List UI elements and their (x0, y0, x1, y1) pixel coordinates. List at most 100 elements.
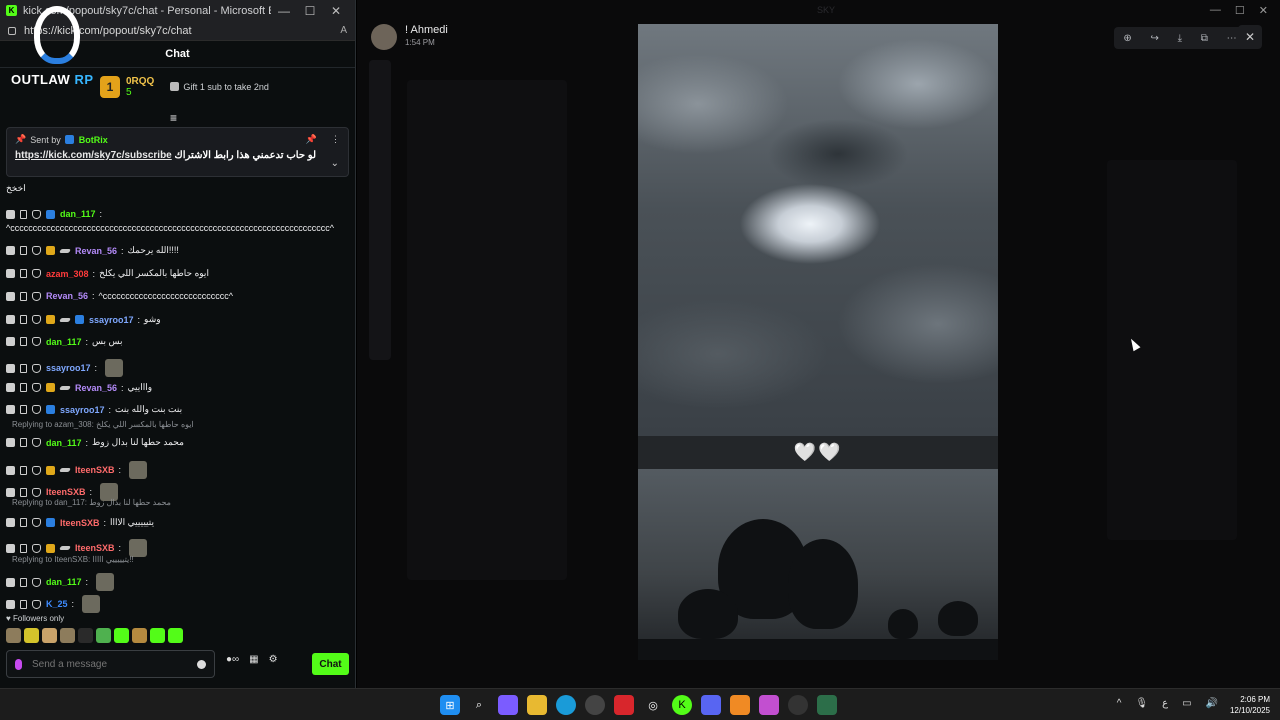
language-indicator[interactable]: ع (1162, 698, 1168, 709)
chat-username[interactable]: dan_117 (46, 577, 82, 587)
chat-username[interactable]: Revan_56 (46, 291, 88, 301)
chat-text: وشو (144, 314, 161, 324)
channel-points-icon[interactable]: ●∞ (226, 654, 239, 665)
chat-username[interactable]: dan_117 (46, 337, 82, 347)
maximize-button[interactable]: ☐ (297, 4, 323, 18)
forward-icon[interactable]: ↪ (1150, 33, 1158, 44)
expand-pinned-icon[interactable]: ⌄ (331, 158, 339, 169)
chat-username[interactable]: ssayroo17 (60, 405, 105, 415)
obs-icon[interactable]: ◎ (643, 695, 663, 715)
quick-emote[interactable] (132, 628, 147, 643)
crown-badge-icon (46, 315, 55, 324)
quick-emote[interactable] (78, 628, 93, 643)
author-name[interactable]: ! Ahmedi (405, 24, 448, 36)
followers-only-label: ♥ Followers only (6, 614, 64, 623)
post-time: 1:54 PM (405, 38, 435, 47)
quick-emote[interactable] (150, 628, 165, 643)
verified-badge-icon (46, 209, 55, 219)
edge-icon[interactable] (556, 695, 576, 715)
download-icon[interactable]: ⤓ (1178, 33, 1182, 44)
quick-emote[interactable] (24, 628, 39, 643)
minimize-button[interactable]: — (271, 4, 297, 18)
unpin-icon[interactable]: 📌 (306, 134, 317, 145)
reply-context[interactable]: Replying to dan_117: محمد حطها لنا بدال … (12, 498, 171, 507)
badge-icon (6, 246, 15, 255)
crown-badge-icon (46, 543, 55, 553)
file-explorer-icon[interactable] (527, 695, 547, 715)
app-red-icon[interactable] (614, 695, 634, 715)
mic-tray-icon[interactable]: 🎙 (1135, 698, 1148, 709)
emoji-icon[interactable] (197, 659, 206, 669)
chat-message: dan_117: (6, 573, 115, 591)
kick-icon[interactable]: K (672, 695, 692, 715)
quick-emote[interactable] (114, 628, 129, 643)
subscribe-link[interactable]: https://kick.com/sky7c/subscribe (15, 150, 172, 161)
app-orange-icon[interactable] (730, 695, 750, 715)
quick-emote[interactable] (168, 628, 183, 643)
chat-username[interactable]: ssayroo17 (89, 315, 134, 325)
close-window-button[interactable]: ✕ (323, 4, 349, 18)
more-icon[interactable]: ⋯ (1227, 33, 1237, 44)
chevron-up-icon[interactable]: ^ (1117, 698, 1122, 709)
chat-username[interactable]: IteenSXB (46, 487, 86, 497)
read-aloud-icon[interactable]: A (340, 25, 347, 36)
zoom-icon[interactable]: ⊕ (1123, 33, 1131, 44)
chat-username[interactable]: dan_117 (46, 438, 82, 448)
clock[interactable]: 2:06 PM 12/10/2025 (1230, 694, 1270, 716)
hourglass-badge-icon (20, 383, 27, 392)
quick-emote[interactable] (96, 628, 111, 643)
discord-close-button[interactable]: ✕ (1259, 4, 1268, 17)
chat-username[interactable]: dan_117 (60, 209, 96, 219)
shield-badge-icon (32, 315, 41, 324)
chrome-icon[interactable] (585, 695, 605, 715)
app-dark-icon[interactable] (788, 695, 808, 715)
author-avatar[interactable] (371, 24, 397, 50)
emote-image[interactable] (82, 595, 101, 613)
message-input-box[interactable] (6, 650, 215, 678)
quick-emote[interactable] (60, 628, 75, 643)
discord-icon[interactable] (701, 695, 721, 715)
copilot-icon[interactable] (498, 695, 518, 715)
settings-gear-icon[interactable]: ⚙ (269, 654, 278, 665)
chat-username[interactable]: K_25 (46, 599, 68, 609)
emote-image[interactable] (105, 359, 124, 377)
shield-badge-icon (32, 337, 41, 346)
chat-username[interactable]: IteenSXB (75, 465, 115, 475)
top-gifter[interactable]: 0RQQ 5 (126, 76, 154, 98)
pinned-sender[interactable]: BotRix (79, 135, 108, 145)
chat-username[interactable]: IteenSXB (60, 518, 100, 528)
discord-maximize-button[interactable]: ☐ (1235, 4, 1245, 17)
microphone-icon[interactable] (15, 658, 22, 670)
quick-emote[interactable] (42, 628, 57, 643)
open-external-icon[interactable]: ⧉ (1201, 33, 1208, 44)
search-icon[interactable]: ⌕ (469, 695, 489, 715)
close-viewer-button[interactable]: ✕ (1238, 25, 1262, 49)
quick-emote[interactable] (6, 628, 21, 643)
chat-username[interactable]: ssayroo17 (46, 363, 91, 373)
message-input[interactable] (32, 658, 187, 670)
chat-username[interactable]: IteenSXB (75, 543, 115, 553)
quick-emotes (6, 628, 183, 643)
store-icon[interactable]: ▦ (249, 654, 258, 665)
reply-context[interactable]: Replying to IteenSXB: يتيييييي ااااا!! (12, 555, 134, 564)
chat-username[interactable]: Revan_56 (75, 246, 117, 256)
start-icon[interactable]: ⊞ (440, 695, 460, 715)
chat-username[interactable]: Revan_56 (75, 383, 117, 393)
hourglass-badge-icon (20, 363, 27, 373)
volume-icon[interactable]: 🔊 (1206, 698, 1218, 709)
chat-message: dan_117: بس بس (6, 336, 123, 347)
gift-sub-button[interactable]: Gift 1 sub to take 2nd (170, 82, 269, 92)
more-options-icon[interactable]: ⋮ (331, 134, 340, 145)
chat-colon: : (108, 404, 112, 415)
chat-text: بنت بنت والله بنت (115, 404, 183, 414)
app-green-icon[interactable] (817, 695, 837, 715)
send-chat-button[interactable]: Chat (312, 653, 349, 675)
discord-minimize-button[interactable]: — (1210, 4, 1221, 17)
chat-username[interactable]: azam_308 (46, 269, 89, 279)
emote-image[interactable] (96, 573, 115, 591)
network-icon[interactable]: ▭ (1182, 698, 1191, 709)
collapse-icon[interactable]: ≡ (170, 111, 177, 125)
reply-context[interactable]: Replying to azam_308: ايوه حاطها بالمكسر… (12, 420, 194, 429)
emote-image[interactable] (129, 461, 148, 479)
app-purple-icon[interactable] (759, 695, 779, 715)
